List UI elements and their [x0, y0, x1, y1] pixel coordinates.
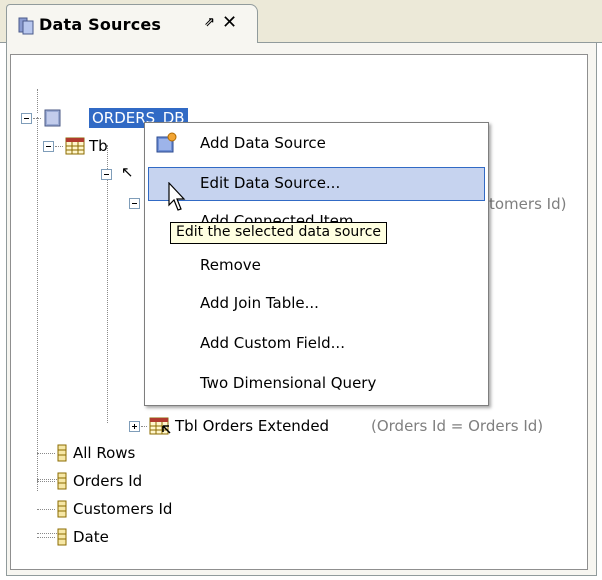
close-icon[interactable]: ✕ [222, 12, 237, 33]
menu-item-label: Add Custom Field... [200, 334, 345, 352]
tree-node-label: Tb [89, 137, 108, 155]
join-table-icon [149, 417, 171, 439]
data-sources-icon [16, 16, 36, 36]
expand-toggle[interactable] [129, 421, 140, 432]
tooltip: Edit the selected data source [170, 222, 388, 244]
table-icon [65, 137, 85, 159]
tree-node-field[interactable]: All Rows [11, 442, 211, 464]
menu-item-edit-data-source[interactable]: Edit Data Source... [148, 167, 485, 201]
tree-node-label: Date [73, 528, 109, 546]
field-icon [57, 528, 67, 550]
menu-item-two-dimensional-query[interactable]: Two Dimensional Query [145, 367, 488, 401]
collapse-toggle[interactable] [129, 198, 140, 209]
menu-item-remove[interactable]: Remove [145, 249, 488, 283]
tab-title: Data Sources [39, 15, 162, 34]
menu-item-label: Add Join Table... [200, 294, 319, 312]
tree-node-label: Tbl Orders Extended [175, 417, 330, 435]
context-menu: Add Data Source Edit Data Source... Add … [144, 122, 489, 406]
menu-item-add-join-table[interactable]: Add Join Table... [145, 287, 488, 321]
database-icon [43, 108, 63, 132]
pin-icon[interactable]: ⇗ [204, 15, 215, 30]
tree-node-field[interactable]: Customers Id [11, 498, 211, 520]
menu-item-label: Remove [200, 256, 261, 274]
collapse-toggle[interactable] [101, 169, 112, 180]
collapse-toggle[interactable] [21, 113, 32, 124]
collapse-toggle[interactable] [43, 141, 54, 152]
tree-node-label: All Rows [73, 444, 136, 462]
add-data-source-icon [155, 132, 177, 158]
mouse-cursor-icon [168, 181, 188, 216]
field-icon [57, 444, 67, 466]
menu-item-add-data-source[interactable]: Add Data Source [145, 127, 488, 161]
tree-node-field[interactable]: Orders Id [11, 470, 211, 492]
field-icon [57, 500, 67, 522]
join-condition: (Orders Id = Orders Id) [371, 417, 544, 435]
tree-node-label: Orders Id [73, 472, 143, 490]
menu-item-label: Two Dimensional Query [200, 374, 377, 392]
tab-data-sources[interactable]: Data Sources ⇗ ✕ [6, 4, 258, 44]
tab-strip: Data Sources ⇗ ✕ [0, 0, 602, 44]
menu-item-add-custom-field[interactable]: Add Custom Field... [145, 327, 488, 361]
tree-node-join-table[interactable]: Tbl Orders Extended (Orders Id = Orders … [11, 415, 581, 437]
tree-node-label: Customers Id [73, 500, 173, 518]
tree-node-label: ↖ [121, 163, 134, 181]
menu-item-label: Edit Data Source... [200, 174, 341, 192]
tree-node-field[interactable]: Date [11, 526, 211, 548]
field-icon [57, 472, 67, 494]
menu-item-label: Add Data Source [200, 134, 326, 152]
